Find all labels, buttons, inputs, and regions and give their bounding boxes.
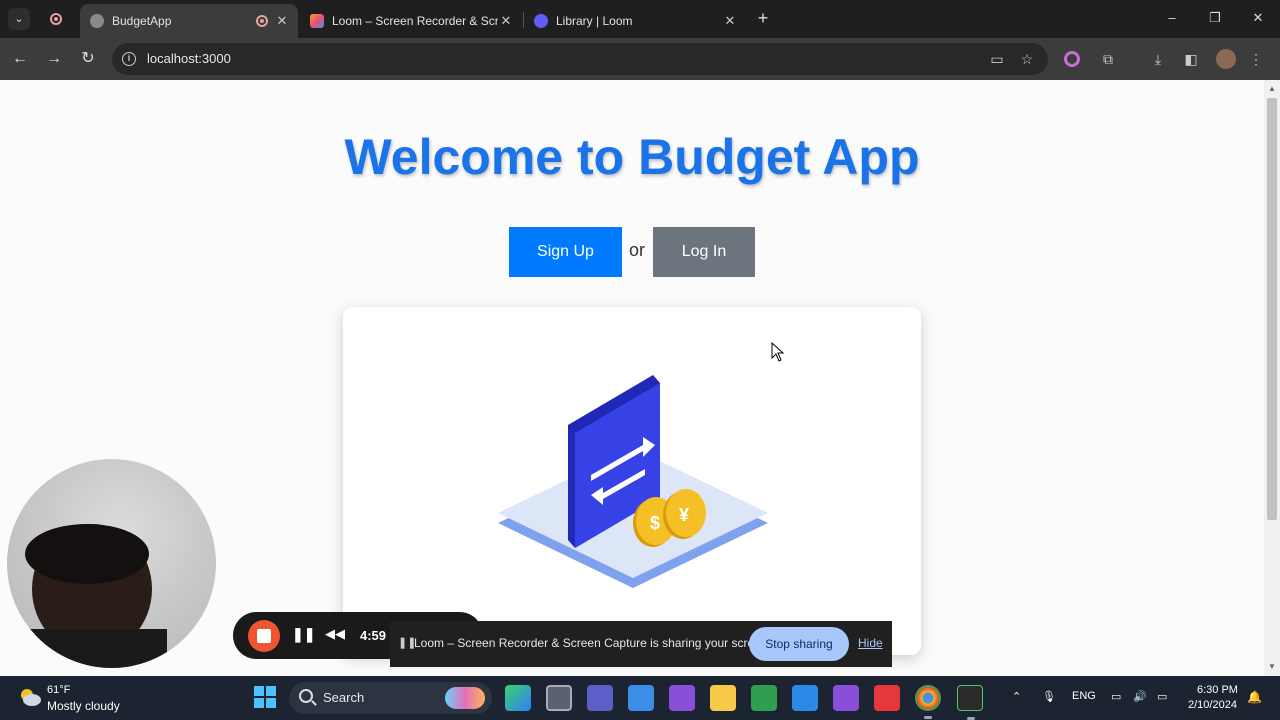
site-info-icon[interactable]: i xyxy=(122,52,136,66)
chrome-icon[interactable] xyxy=(915,685,941,719)
stop-sharing-button[interactable]: Stop sharing xyxy=(749,627,849,661)
new-tab-button[interactable]: + xyxy=(754,8,772,28)
hero-card: $ ¥ xyxy=(343,307,921,655)
weather-temperature: 61°F xyxy=(47,684,71,696)
address-url: localhost:3000 xyxy=(147,51,231,66)
excel-app-icon[interactable] xyxy=(751,685,777,711)
recording-indicator-icon xyxy=(50,13,62,25)
tab-title: Library | Loom xyxy=(556,14,633,28)
restore-button[interactable]: ❐ xyxy=(1203,8,1227,28)
network-icon[interactable]: ▭ xyxy=(1111,690,1121,703)
store-icon[interactable] xyxy=(628,685,654,711)
money-transfer-illustration: $ ¥ xyxy=(498,375,768,588)
search-label: Search xyxy=(323,690,365,705)
or-separator-text: or xyxy=(629,240,646,260)
recording-timer: 4:59 xyxy=(360,628,387,643)
page-title: Welcome to Budget App xyxy=(344,129,920,185)
tab-title: BudgetApp xyxy=(112,14,172,28)
file-explorer-icon[interactable] xyxy=(710,685,736,711)
tab-close-icon[interactable]: ✕ xyxy=(498,13,514,29)
visual-studio-icon[interactable] xyxy=(669,685,695,711)
start-windows-icon[interactable] xyxy=(254,686,276,708)
loom-webcam-bubble[interactable] xyxy=(7,459,216,668)
pause-icon[interactable]: ❚❚ xyxy=(292,626,315,643)
scroll-up-arrow-icon[interactable]: ▲ xyxy=(1268,84,1276,93)
tab-loom-library[interactable]: Library | Loom ✕ xyxy=(524,4,746,38)
screen-share-notification: ❚❚ Loom – Screen Recorder & Screen Captu… xyxy=(390,621,892,667)
extension-color-icon[interactable] xyxy=(1064,51,1080,67)
minimize-button[interactable]: – xyxy=(1160,8,1184,28)
terminal-icon[interactable] xyxy=(957,685,983,720)
sign-up-button[interactable]: Sign Up xyxy=(509,227,622,277)
tab-budgetapp[interactable]: BudgetApp ✕ xyxy=(80,4,298,38)
hide-link[interactable]: Hide xyxy=(858,636,883,650)
weather-description: Mostly cloudy xyxy=(47,699,120,713)
show-hidden-icons-chevron-icon[interactable]: ⌃ xyxy=(1012,690,1021,703)
microphone-icon[interactable]: 🎙 xyxy=(1042,690,1056,703)
search-icon xyxy=(299,689,313,703)
clock-date[interactable]: 2/10/2024 xyxy=(1188,699,1237,711)
tab-loom-recorder[interactable]: Loom – Screen Recorder & Scre ✕ xyxy=(300,4,522,38)
tab-title: Loom – Screen Recorder & Scre xyxy=(332,14,498,28)
clock-time[interactable]: 6:30 PM xyxy=(1197,684,1238,696)
forward-button[interactable]: → xyxy=(43,48,65,70)
restart-rewind-icon[interactable]: ◀◀ xyxy=(325,626,345,642)
camera-icon[interactable]: ▭ xyxy=(988,50,1006,68)
tab-recording-icon xyxy=(256,15,268,27)
language-indicator[interactable]: ENG xyxy=(1072,690,1096,702)
reload-button[interactable]: ↻ xyxy=(77,48,99,70)
address-bar[interactable]: i localhost:3000 ▭ ☆ xyxy=(112,43,1048,75)
close-window-button[interactable]: ✕ xyxy=(1246,8,1270,28)
microsoft-store-preview-icon[interactable] xyxy=(505,685,531,711)
battery-icon[interactable]: ▭ xyxy=(1157,690,1167,703)
profile-avatar[interactable] xyxy=(1216,49,1236,69)
bookmark-star-icon[interactable]: ☆ xyxy=(1018,50,1036,68)
back-button[interactable]: ← xyxy=(9,48,31,70)
tab-search-button[interactable]: ⌄ xyxy=(8,8,30,30)
teams-icon[interactable] xyxy=(587,685,613,711)
svg-text:¥: ¥ xyxy=(679,505,689,525)
vivaldi-icon[interactable] xyxy=(874,685,900,711)
extensions-puzzle-icon[interactable]: ⧉ xyxy=(1098,49,1118,69)
menu-kebab-icon[interactable]: ⋮ xyxy=(1246,49,1266,69)
side-panel-icon[interactable]: ◧ xyxy=(1181,49,1201,69)
download-icon[interactable]: ⤓ xyxy=(1148,49,1168,69)
loom-favicon-icon xyxy=(310,14,324,28)
volume-icon[interactable]: 🔊 xyxy=(1133,690,1147,703)
browser-tab-strip: ⌄ BudgetApp ✕ Loom – Screen Recorder & S… xyxy=(0,0,1280,38)
taskbar-search[interactable]: Search xyxy=(289,682,492,714)
loom-library-favicon-icon xyxy=(534,14,548,28)
windows-taskbar: 61°F Mostly cloudy Search ⌃ 🎙 ENG ▭ 🔊 ▭ … xyxy=(0,676,1280,720)
cloudy-weather-icon[interactable] xyxy=(18,686,42,708)
log-in-button[interactable]: Log In xyxy=(653,227,755,277)
scrollbar-thumb[interactable] xyxy=(1267,98,1277,520)
svg-text:$: $ xyxy=(650,513,660,533)
webcam-person-image xyxy=(25,524,167,668)
notification-bell-icon[interactable]: 🔔 xyxy=(1247,690,1262,704)
browser-toolbar: ← → ↻ i localhost:3000 ▭ ☆ ⧉ ⤓ ◧ ⋮ xyxy=(0,38,1280,80)
globe-icon xyxy=(90,14,104,28)
mouse-cursor-icon xyxy=(771,342,785,362)
stop-recording-button[interactable] xyxy=(248,620,280,652)
share-message: Loom – Screen Recorder & Screen Capture … xyxy=(414,636,771,650)
page-scrollbar[interactable]: ▲ ▼ xyxy=(1264,80,1280,676)
copilot-icon[interactable] xyxy=(445,687,485,709)
vscode-icon[interactable] xyxy=(792,685,818,711)
scroll-down-arrow-icon[interactable]: ▼ xyxy=(1268,662,1276,671)
tab-close-icon[interactable]: ✕ xyxy=(722,13,738,29)
tab-close-icon[interactable]: ✕ xyxy=(274,13,290,29)
visual-studio-preview-icon[interactable] xyxy=(833,685,859,711)
task-view-icon[interactable] xyxy=(546,685,572,711)
